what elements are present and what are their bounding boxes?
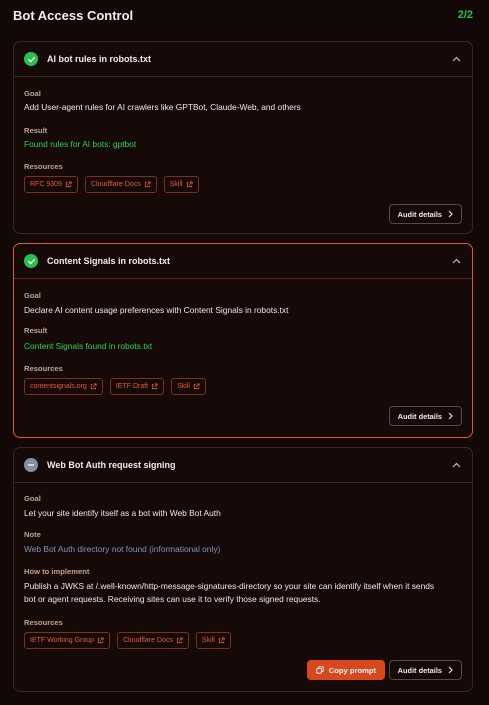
resource-links: contentsignals.org IETF Draft Skill [24, 378, 206, 395]
resource-link-label: contentsignals.org [30, 383, 87, 390]
resources-label: Resources [24, 162, 63, 171]
check-circle-icon [24, 52, 38, 66]
check-card-content-signals: Content Signals in robots.txt Goal Decla… [13, 243, 473, 438]
goal-label: Goal [24, 494, 41, 503]
resource-link-cloudflare-docs[interactable]: Cloudflare Docs [84, 176, 157, 193]
how-to-implement-line-2: bot or agent requests. Receiving sites c… [24, 594, 321, 604]
resource-link-skill[interactable]: Skill [195, 632, 231, 649]
external-link-icon [97, 637, 104, 644]
external-link-icon [218, 637, 225, 644]
neutral-status-icon [24, 458, 38, 472]
result-text: Content Signals found in robots.txt [24, 341, 153, 351]
external-link-icon [65, 181, 72, 188]
chevron-right-icon [448, 412, 453, 420]
card-header[interactable]: Web Bot Auth request signing [14, 448, 472, 483]
chevron-up-icon[interactable] [450, 53, 462, 65]
resources-label: Resources [24, 618, 63, 627]
external-link-icon [186, 181, 193, 188]
external-link-icon [193, 383, 200, 390]
resource-link-skill[interactable]: Skill [171, 378, 206, 395]
resource-link-ietf-working-group[interactable]: IETF Working Group [24, 632, 111, 649]
resource-link-label: Skill [201, 637, 215, 644]
how-to-implement-line-1: Publish a JWKS at /.well-known/http-mess… [24, 581, 435, 591]
external-link-icon [152, 383, 158, 390]
section-title: Bot Access Control [13, 7, 134, 23]
resource-link-cloudflare-docs[interactable]: Cloudflare Docs [117, 632, 189, 649]
result-label: Result [24, 126, 48, 135]
resource-link-rfc-9309[interactable]: RFC 9309 [24, 176, 78, 193]
card-title: Web Bot Auth request signing [47, 460, 176, 470]
note-label: Note [24, 530, 41, 539]
resource-link-label: Cloudflare Docs [123, 637, 173, 644]
audit-details-label: Audit details [397, 411, 442, 421]
audit-details-button[interactable]: Audit details [388, 660, 462, 680]
check-circle-icon [24, 254, 38, 268]
card-title: Content Signals in robots.txt [47, 256, 170, 266]
resource-links: IETF Working Group Cloudflare Docs Skill [24, 632, 231, 649]
card-header[interactable]: AI bot rules in robots.txt [14, 42, 472, 77]
resource-link-label: IETF Draft [115, 383, 149, 390]
check-card-web-bot-auth: Web Bot Auth request signing Goal Let yo… [13, 447, 473, 692]
resources-label: Resources [24, 364, 63, 373]
copy-icon [316, 666, 324, 674]
external-link-icon [90, 383, 97, 390]
how-to-implement-label: How to implement [24, 567, 90, 576]
copy-prompt-button[interactable]: Copy prompt [306, 660, 385, 680]
section-header: Bot Access Control 2/2 [13, 6, 473, 24]
chevron-up-icon[interactable] [450, 459, 462, 471]
chevron-right-icon [448, 666, 453, 674]
resource-link-skill[interactable]: Skill [163, 176, 199, 193]
copy-prompt-label: Copy prompt [328, 665, 376, 675]
audit-details-button[interactable]: Audit details [388, 406, 462, 426]
audit-details-label: Audit details [397, 209, 442, 219]
external-link-icon [176, 637, 183, 644]
external-link-icon [144, 181, 151, 188]
resource-links: RFC 9309 Cloudflare Docs Skill [24, 176, 199, 193]
goal-text: Declare AI content usage preferences wit… [24, 305, 289, 315]
goal-label: Goal [24, 291, 41, 300]
goal-text: Let your site identify itself as a bot w… [24, 508, 221, 518]
resource-link-contentsignals[interactable]: contentsignals.org [24, 378, 103, 395]
resource-link-label: Cloudflare Docs [90, 181, 141, 188]
resource-link-label: IETF Working Group [30, 637, 95, 644]
result-label: Result [24, 326, 48, 335]
audit-details-label: Audit details [397, 665, 442, 675]
card-header[interactable]: Content Signals in robots.txt [14, 244, 472, 279]
goal-text: Add User-agent rules for AI crawlers lik… [24, 102, 301, 112]
audit-details-button[interactable]: Audit details [388, 204, 462, 224]
card-title: AI bot rules in robots.txt [47, 54, 152, 64]
resource-link-label: Skill [169, 181, 183, 188]
resource-link-label: Skill [177, 383, 190, 390]
result-text: Found rules for AI bots: gptbot [24, 139, 137, 149]
goal-label: Goal [24, 89, 41, 98]
chevron-right-icon [448, 210, 453, 218]
check-card-ai-bot-rules: AI bot rules in robots.txt Goal Add User… [13, 41, 473, 234]
chevron-up-icon[interactable] [450, 255, 462, 267]
note-text: Web Bot Auth directory not found (inform… [24, 544, 221, 554]
resource-link-ietf-draft[interactable]: IETF Draft [109, 378, 165, 395]
resource-link-label: RFC 9309 [30, 181, 62, 188]
pass-count: 2/2 [457, 9, 473, 21]
